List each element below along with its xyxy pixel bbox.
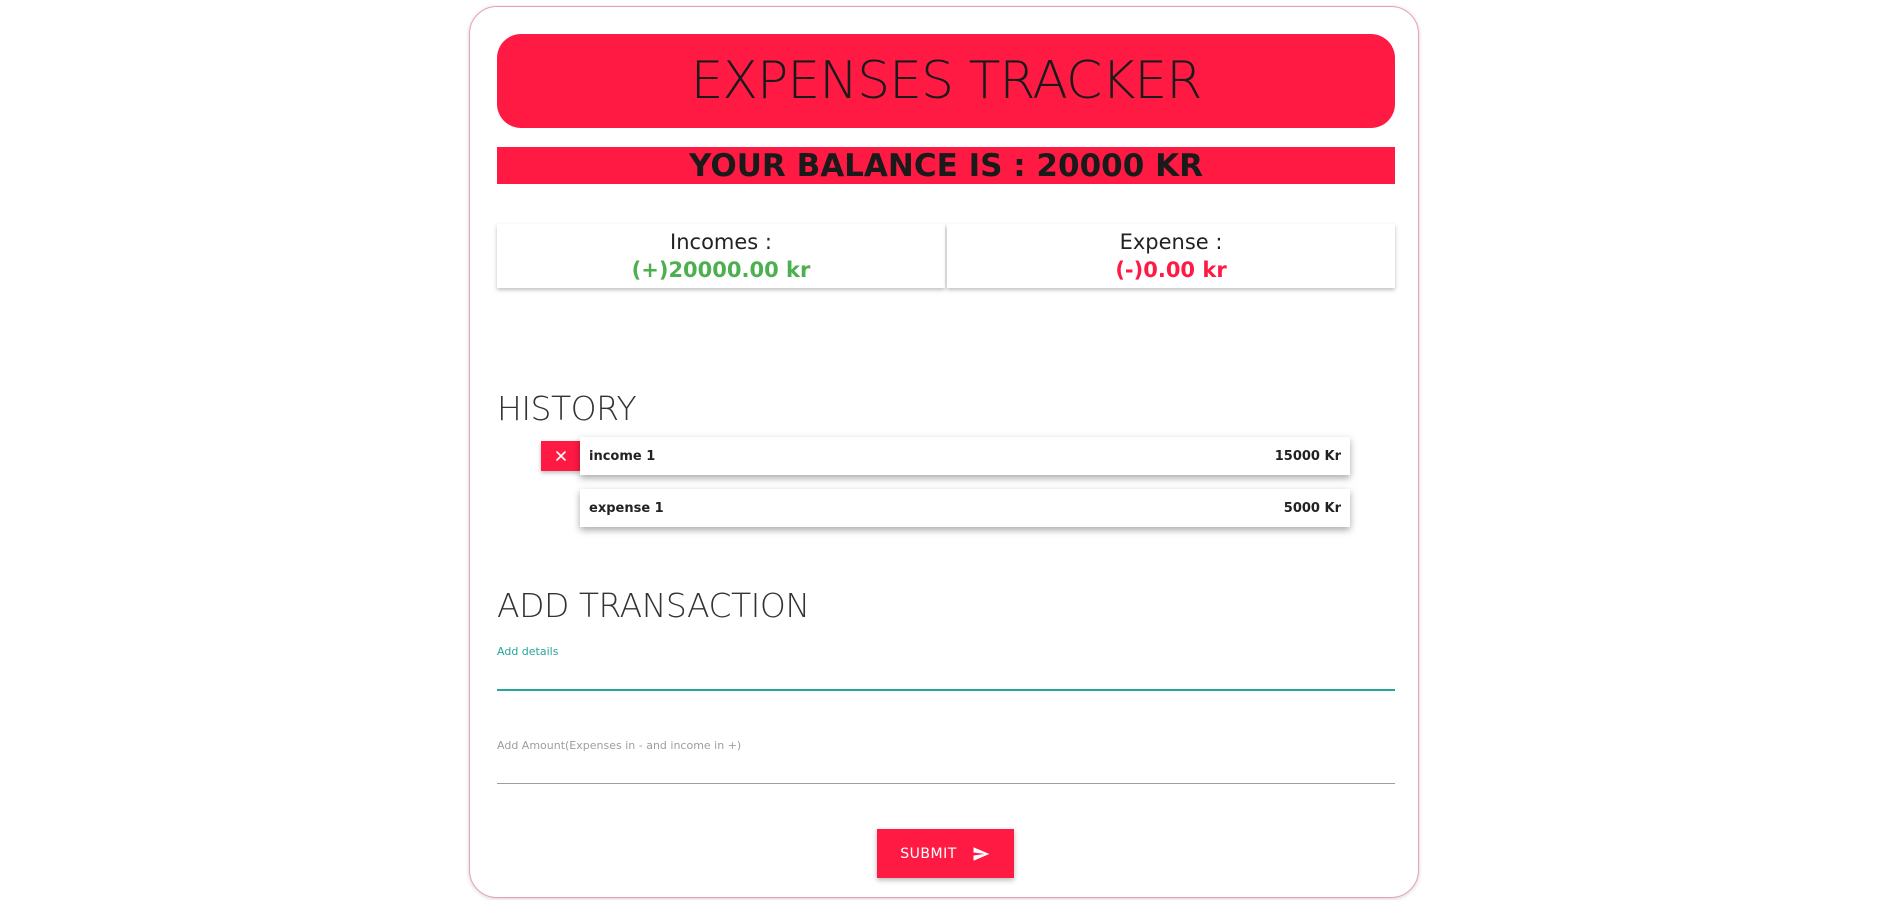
history-item-label: income 1 [589,448,656,464]
send-icon [973,846,989,861]
add-transaction-title: ADD TRANSACTION [497,586,810,625]
history-item-amount: 5000 Kr [1283,500,1341,516]
submit-button[interactable]: SUBMIT [877,829,1014,878]
balance-text: YOUR BALANCE IS : 20000 KR [689,147,1203,184]
amount-underline [497,783,1395,784]
delete-transaction-button[interactable] [541,441,580,471]
history-title: HISTORY [497,389,637,428]
summary-panel: Incomes : (+)20000.00 kr Expense : (-)0.… [497,224,1395,288]
expense-summary: Expense : (-)0.00 kr [947,224,1395,288]
amount-input[interactable] [497,753,1395,783]
amount-field: Add Amount(Expenses in - and income in +… [497,739,1395,784]
details-label: Add details [497,645,559,658]
close-icon [555,451,566,461]
submit-label: SUBMIT [900,845,957,862]
app-header: EXPENSES TRACKER [497,34,1395,128]
history-item[interactable]: income 1 15000 Kr [580,437,1350,475]
income-label: Incomes : [670,230,772,254]
tracker-content: EXPENSES TRACKER YOUR BALANCE IS : 20000… [497,34,1395,878]
income-summary: Incomes : (+)20000.00 kr [497,224,945,288]
details-field: Add details [497,645,1395,691]
details-underline [497,689,1395,691]
details-input[interactable] [497,659,1395,689]
history-item[interactable]: expense 1 5000 Kr [580,489,1350,527]
history-item-label: expense 1 [589,500,664,516]
history-item-amount: 15000 Kr [1274,448,1341,464]
tracker-card: EXPENSES TRACKER YOUR BALANCE IS : 20000… [469,6,1419,898]
expense-value: (-)0.00 kr [1115,258,1227,282]
amount-label: Add Amount(Expenses in - and income in +… [497,739,742,752]
app-title: EXPENSES TRACKER [690,51,1203,111]
balance-bar: YOUR BALANCE IS : 20000 KR [497,147,1395,184]
income-value: (+)20000.00 kr [631,258,811,282]
expense-label: Expense : [1119,230,1223,254]
